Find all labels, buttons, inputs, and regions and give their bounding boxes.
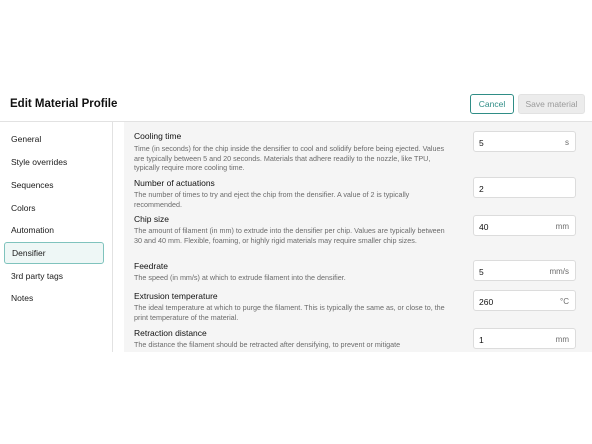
number-of-actuations-input[interactable]: 2 xyxy=(473,177,576,198)
input-value: 260 xyxy=(479,297,494,307)
feedrate-input[interactable]: 5 mm/s xyxy=(473,260,576,281)
save-material-button[interactable]: Save material xyxy=(518,94,585,114)
input-value: 5 xyxy=(479,267,484,277)
sidebar: General Style overrides Sequences Colors… xyxy=(0,122,113,352)
chip-size-input[interactable]: 40 mm xyxy=(473,215,576,236)
setting-label: Cooling time xyxy=(134,131,182,141)
unit-label: °C xyxy=(560,297,569,306)
input-value: 2 xyxy=(479,184,484,194)
input-value: 40 xyxy=(479,222,489,232)
unit-label: mm/s xyxy=(549,267,569,276)
sidebar-item-3rd-party-tags[interactable]: 3rd party tags xyxy=(4,265,104,287)
page-title: Edit Material Profile xyxy=(10,98,118,110)
setting-description: The speed (in mm/s) at which to extrude … xyxy=(134,273,346,282)
extrusion-temperature-input[interactable]: 260 °C xyxy=(473,290,576,311)
sidebar-item-notes[interactable]: Notes xyxy=(4,287,104,309)
setting-description: The number of times to try and eject the… xyxy=(134,190,410,209)
setting-description: The amount of filament (in mm) to extrud… xyxy=(134,226,445,245)
unit-label: mm xyxy=(555,335,569,344)
setting-description: The distance the filament should be retr… xyxy=(134,340,401,349)
setting-description: Time (in seconds) for the chip inside th… xyxy=(134,144,445,172)
sidebar-item-automation[interactable]: Automation xyxy=(4,219,104,241)
sidebar-item-style-overrides[interactable]: Style overrides xyxy=(4,151,104,173)
unit-label: mm xyxy=(555,222,569,231)
sidebar-item-general[interactable]: General xyxy=(4,128,104,150)
dialog-header: Edit Material Profile Cancel Save materi… xyxy=(0,87,592,122)
setting-label: Chip size xyxy=(134,214,169,224)
sidebar-item-densifier[interactable]: Densifier xyxy=(4,242,104,264)
setting-label: Number of actuations xyxy=(134,178,215,188)
setting-label: Feedrate xyxy=(134,261,169,271)
setting-label: Extrusion temperature xyxy=(134,291,218,301)
cooling-time-input[interactable]: 5 s xyxy=(473,131,576,152)
input-value: 5 xyxy=(479,138,484,148)
sidebar-item-sequences[interactable]: Sequences xyxy=(4,174,104,196)
cancel-button[interactable]: Cancel xyxy=(470,94,514,114)
input-value: 1 xyxy=(479,335,484,345)
unit-label: s xyxy=(565,138,569,147)
retraction-distance-input[interactable]: 1 mm xyxy=(473,328,576,349)
sidebar-item-colors[interactable]: Colors xyxy=(4,197,104,219)
setting-description: The ideal temperature at which to purge … xyxy=(134,303,445,322)
setting-label: Retraction distance xyxy=(134,328,207,338)
densifier-settings-content[interactable]: Cooling time Time (in seconds) for the c… xyxy=(124,122,592,352)
edit-material-dialog: Edit Material Profile Cancel Save materi… xyxy=(0,87,592,352)
